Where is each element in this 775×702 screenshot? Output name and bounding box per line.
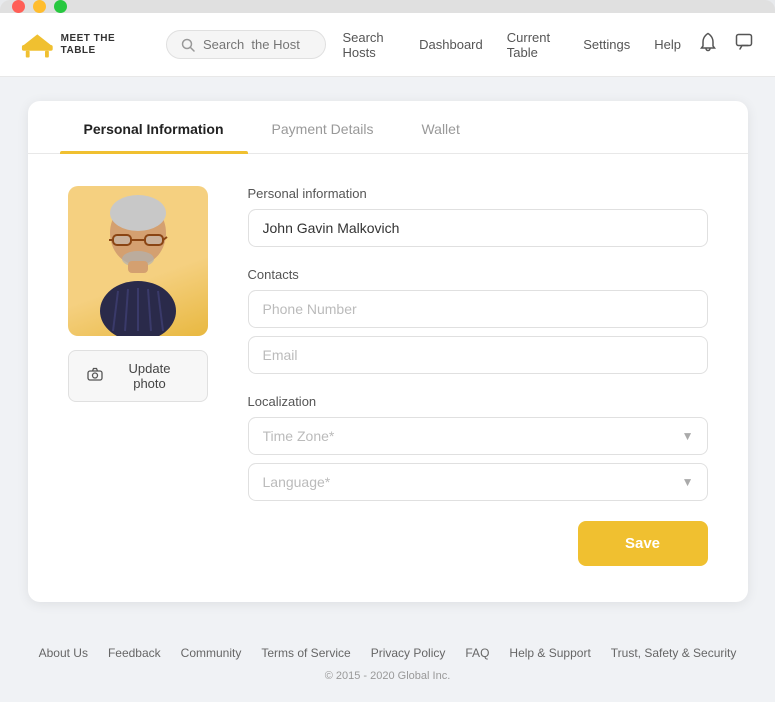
window-chrome xyxy=(0,0,775,13)
nav-help[interactable]: Help xyxy=(654,37,681,52)
avatar-container xyxy=(68,186,208,336)
footer-links: About Us Feedback Community Terms of Ser… xyxy=(39,646,737,660)
footer-feedback[interactable]: Feedback xyxy=(108,646,161,660)
nav-links: Search Hosts Dashboard Current Table Set… xyxy=(342,30,681,60)
person-silhouette xyxy=(73,191,203,336)
close-button[interactable] xyxy=(12,0,25,13)
tab-personal-information[interactable]: Personal Information xyxy=(60,101,248,153)
save-button[interactable]: Save xyxy=(578,521,708,566)
app-container: MEET THE TABLE Search Hosts Dashboard Cu… xyxy=(0,13,775,702)
profile-card: Personal Information Payment Details Wal… xyxy=(28,101,748,602)
timezone-select[interactable]: Time Zone* xyxy=(248,417,708,455)
camera-icon xyxy=(87,367,103,386)
update-photo-label: Update photo xyxy=(111,361,189,391)
contacts-label: Contacts xyxy=(248,267,708,282)
footer-trust[interactable]: Trust, Safety & Security xyxy=(611,646,737,660)
update-photo-button[interactable]: Update photo xyxy=(68,350,208,402)
footer-help-support[interactable]: Help & Support xyxy=(509,646,590,660)
bell-icon xyxy=(699,32,717,52)
search-icon xyxy=(181,38,195,52)
search-input[interactable] xyxy=(203,37,311,52)
tabs: Personal Information Payment Details Wal… xyxy=(28,101,748,154)
nav-current-table[interactable]: Current Table xyxy=(507,30,560,60)
nav-settings[interactable]: Settings xyxy=(583,37,630,52)
nav-icons xyxy=(697,30,755,59)
personal-info-group: Personal information xyxy=(248,186,708,247)
photo-section: Update photo xyxy=(68,186,208,566)
chat-icon xyxy=(735,33,753,51)
messages-button[interactable] xyxy=(733,31,755,58)
timezone-wrapper: Time Zone* ▼ xyxy=(248,417,708,455)
nav-dashboard[interactable]: Dashboard xyxy=(419,37,483,52)
footer-about[interactable]: About Us xyxy=(39,646,88,660)
notifications-button[interactable] xyxy=(697,30,719,59)
language-select[interactable]: Language* xyxy=(248,463,708,501)
navbar: MEET THE TABLE Search Hosts Dashboard Cu… xyxy=(0,13,775,77)
footer-terms[interactable]: Terms of Service xyxy=(261,646,350,660)
maximize-button[interactable] xyxy=(54,0,67,13)
name-input[interactable] xyxy=(248,209,708,247)
search-bar[interactable] xyxy=(166,30,326,59)
tab-wallet[interactable]: Wallet xyxy=(397,101,483,153)
footer-faq[interactable]: FAQ xyxy=(465,646,489,660)
footer-privacy[interactable]: Privacy Policy xyxy=(371,646,446,660)
logo-text: MEET THE TABLE xyxy=(61,33,150,57)
localization-group: Localization Time Zone* ▼ Language* ▼ xyxy=(248,394,708,501)
logo-icon xyxy=(20,31,55,59)
logo-area: MEET THE TABLE xyxy=(20,31,150,59)
email-input[interactable] xyxy=(248,336,708,374)
nav-search-hosts[interactable]: Search Hosts xyxy=(342,30,395,60)
form-section: Personal information Contacts Localizati… xyxy=(248,186,708,566)
avatar-image xyxy=(68,186,208,336)
card-body: Update photo Personal information Contac… xyxy=(28,154,748,602)
content-area: Personal Information Payment Details Wal… xyxy=(0,77,775,626)
footer-copyright: © 2015 - 2020 Global Inc. xyxy=(325,670,451,682)
localization-label: Localization xyxy=(248,394,708,409)
footer-community[interactable]: Community xyxy=(181,646,242,660)
phone-input[interactable] xyxy=(248,290,708,328)
personal-info-label: Personal information xyxy=(248,186,708,201)
minimize-button[interactable] xyxy=(33,0,46,13)
contacts-group: Contacts xyxy=(248,267,708,374)
language-wrapper: Language* ▼ xyxy=(248,463,708,501)
footer: About Us Feedback Community Terms of Ser… xyxy=(0,626,775,702)
tab-payment-details[interactable]: Payment Details xyxy=(248,101,398,153)
